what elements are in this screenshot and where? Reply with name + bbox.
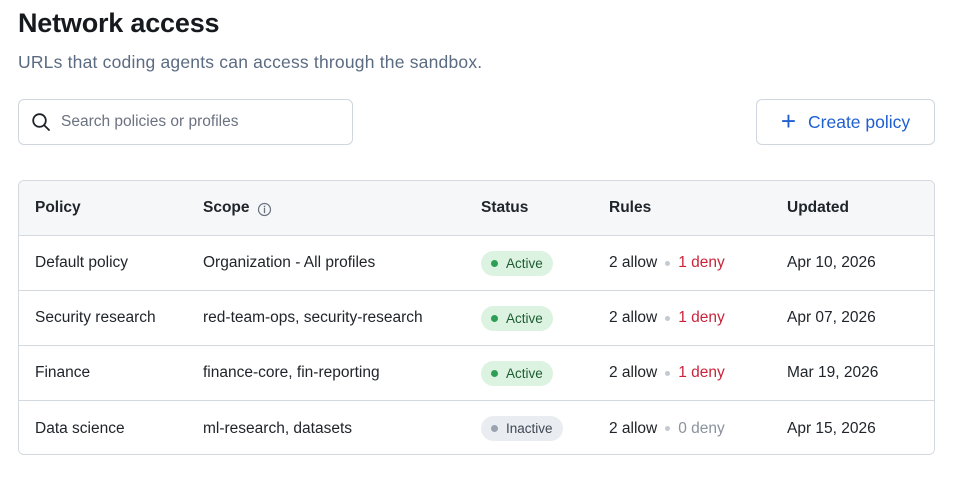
policy-name: Security research	[35, 309, 156, 326]
separator-dot-icon	[665, 426, 671, 431]
separator-dot-icon	[665, 315, 671, 321]
page-subtitle: URLs that coding agents can access throu…	[18, 52, 483, 72]
status-dot-icon	[491, 369, 498, 377]
status-label: Active	[506, 365, 543, 381]
deny-count: 1 deny	[678, 309, 725, 326]
rules-cell: 2 allow 1 deny	[609, 236, 725, 290]
create-policy-label: Create policy	[808, 111, 911, 132]
status-badge: Active	[481, 305, 553, 331]
search-icon	[32, 113, 50, 131]
status-label: Inactive	[506, 421, 553, 436]
table-row[interactable]: Default policy Organization - All profil…	[19, 236, 934, 291]
column-header-status[interactable]: Status	[481, 181, 528, 235]
table-header: Policy Scope Status Rules Updated	[19, 181, 934, 236]
rules-cell: 2 allow 1 deny	[609, 346, 725, 400]
rules-cell: 2 allow 0 deny	[609, 401, 725, 454]
status-dot-icon	[491, 259, 498, 267]
updated-date: Mar 19, 2026	[787, 364, 879, 381]
updated-date: Apr 07, 2026	[787, 309, 876, 326]
status-cell: Active	[481, 291, 553, 345]
policy-scope: red-team-ops, security-research	[203, 309, 423, 326]
column-header-policy[interactable]: Policy	[35, 181, 81, 235]
column-header-scope[interactable]: Scope	[203, 181, 272, 235]
status-cell: Active	[481, 236, 553, 290]
status-badge: Inactive	[481, 416, 563, 441]
table-row[interactable]: Finance finance-core, fin-reporting Acti…	[19, 346, 934, 401]
table-row[interactable]: Data science ml-research, datasets Inact…	[19, 401, 934, 454]
status-dot-icon	[491, 314, 498, 322]
create-policy-button[interactable]: + Create policy	[756, 99, 935, 145]
column-header-updated[interactable]: Updated	[787, 181, 849, 235]
allow-count: 2 allow	[609, 364, 658, 381]
updated-date: Apr 15, 2026	[787, 419, 876, 437]
search-box[interactable]	[18, 99, 353, 145]
policy-scope: ml-research, datasets	[203, 419, 353, 437]
status-dot-icon	[491, 425, 498, 432]
separator-dot-icon	[665, 260, 671, 266]
policy-name: Data science	[35, 419, 125, 437]
allow-count: 2 allow	[609, 309, 658, 326]
status-cell: Inactive	[481, 401, 563, 454]
updated-date: Apr 10, 2026	[787, 254, 876, 271]
column-header-rules[interactable]: Rules	[609, 181, 651, 235]
policy-name: Default policy	[35, 254, 129, 271]
plus-icon: +	[780, 105, 797, 136]
status-cell: Active	[481, 346, 553, 400]
policy-name: Finance	[35, 364, 91, 381]
network-access-page: Network access URLs that coding agents c…	[0, 0, 959, 477]
column-header-scope-label: Scope	[203, 199, 250, 216]
allow-count: 2 allow	[609, 419, 658, 437]
allow-count: 2 allow	[609, 254, 658, 271]
search-input[interactable]	[61, 107, 341, 137]
policy-scope: Organization - All profiles	[203, 254, 376, 271]
policy-scope: finance-core, fin-reporting	[203, 364, 380, 381]
deny-count: 0 deny	[678, 419, 725, 437]
deny-count: 1 deny	[678, 254, 725, 271]
deny-count: 1 deny	[678, 364, 725, 381]
separator-dot-icon	[665, 370, 671, 376]
status-label: Active	[506, 255, 543, 271]
status-badge: Active	[481, 250, 553, 276]
status-label: Active	[506, 310, 543, 326]
table-row[interactable]: Security research red-team-ops, security…	[19, 291, 934, 346]
page-title: Network access	[18, 8, 220, 38]
policies-table: Policy Scope Status Rules Updated Defaul…	[18, 180, 935, 455]
status-badge: Active	[481, 360, 553, 386]
rules-cell: 2 allow 1 deny	[609, 291, 725, 345]
info-icon[interactable]	[257, 202, 272, 217]
